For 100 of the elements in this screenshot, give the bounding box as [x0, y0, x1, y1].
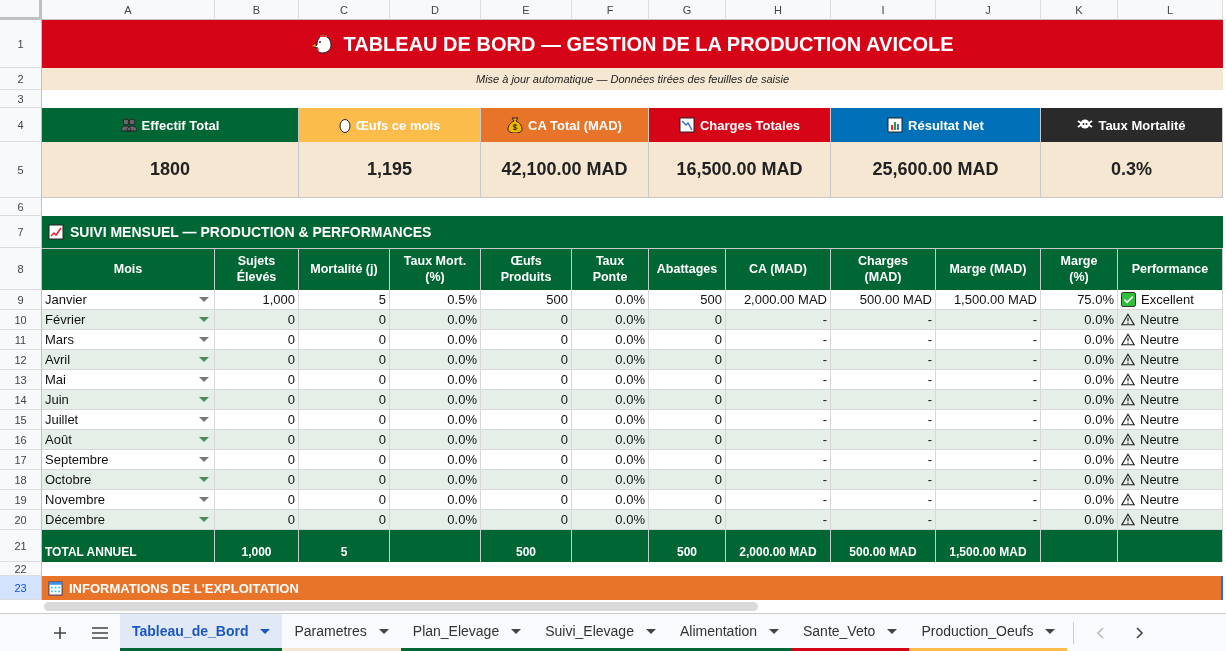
- table-cell: -: [831, 310, 936, 330]
- sheet-tab[interactable]: Plan_Elevage: [400, 614, 534, 651]
- column-header[interactable]: J: [936, 0, 1041, 20]
- column-heading: CA (MAD): [726, 248, 831, 290]
- caret-icon: [199, 337, 209, 342]
- kpi-value: 16,500.00 MAD: [649, 142, 831, 198]
- row-header[interactable]: 3: [0, 90, 42, 108]
- sheet-tab[interactable]: Suivi_Elevage: [533, 614, 668, 651]
- kpi-label: Effectif Total: [141, 117, 220, 133]
- table-cell: 0: [481, 430, 572, 450]
- performance-cell: Neutre: [1118, 430, 1223, 450]
- table-cell: -: [726, 350, 831, 370]
- month-dropdown[interactable]: Février: [42, 310, 215, 330]
- table-cell: 0: [299, 470, 390, 490]
- performance-cell: Neutre: [1118, 310, 1223, 330]
- caret-icon: [199, 517, 209, 522]
- row-header[interactable]: 15: [0, 410, 42, 430]
- sheet-tab[interactable]: Alimentation: [667, 614, 791, 651]
- row-header[interactable]: 23: [0, 576, 42, 600]
- column-header[interactable]: L: [1118, 0, 1223, 20]
- column-heading: Mortalité (j): [299, 248, 390, 290]
- table-cell: -: [831, 470, 936, 490]
- table-cell: 0.0%: [572, 470, 649, 490]
- row-header[interactable]: 19: [0, 490, 42, 510]
- sheet-tab[interactable]: Tableau_de_Bord: [120, 614, 283, 651]
- total-cell: 2,000.00 MAD: [726, 530, 831, 562]
- column-header[interactable]: B: [215, 0, 299, 20]
- warning-icon: [1121, 413, 1135, 426]
- row-header[interactable]: 22: [0, 562, 42, 576]
- row-header[interactable]: 2: [0, 68, 42, 90]
- row-header[interactable]: 9: [0, 290, 42, 310]
- table-cell: 0: [299, 310, 390, 330]
- row-header[interactable]: 21: [0, 530, 42, 562]
- row-header[interactable]: 20: [0, 510, 42, 530]
- total-cell: 500.00 MAD: [831, 530, 936, 562]
- sheet-tab[interactable]: Sante_Veto: [791, 614, 910, 651]
- month-dropdown[interactable]: Octobre: [42, 470, 215, 490]
- table-cell: -: [831, 390, 936, 410]
- caret-icon: [199, 397, 209, 402]
- row-header[interactable]: 16: [0, 430, 42, 450]
- kpi-value: 0.3%: [1041, 142, 1223, 198]
- scrollbar-thumb[interactable]: [44, 602, 758, 611]
- month-dropdown[interactable]: Avril: [42, 350, 215, 370]
- chart-up-icon: [48, 224, 64, 240]
- column-header[interactable]: D: [390, 0, 481, 20]
- row-header[interactable]: 10: [0, 310, 42, 330]
- menu-icon: [92, 627, 108, 639]
- column-header[interactable]: H: [726, 0, 831, 20]
- select-all-corner[interactable]: [0, 0, 42, 20]
- column-heading: Taux Ponte: [572, 248, 649, 290]
- kpi-value: 1,195: [299, 142, 481, 198]
- total-cell: 5: [299, 530, 390, 562]
- column-heading: Mois: [42, 248, 215, 290]
- table-cell: -: [831, 350, 936, 370]
- kpi-label: Résultat Net: [908, 117, 984, 133]
- row-header[interactable]: 6: [0, 198, 42, 216]
- caret-icon: [260, 628, 271, 634]
- column-header[interactable]: I: [831, 0, 936, 20]
- dashboard-title: TABLEAU DE BORD — GESTION DE LA PRODUCTION AVICOLE: [343, 32, 954, 56]
- table-cell: 0: [481, 470, 572, 490]
- table-cell: 0: [481, 310, 572, 330]
- table-cell: 0.0%: [1041, 510, 1118, 530]
- warning-icon: [1121, 393, 1135, 406]
- column-header[interactable]: A: [42, 0, 215, 20]
- kpi-value: 1800: [42, 142, 299, 198]
- row-header[interactable]: 11: [0, 330, 42, 350]
- column-header[interactable]: K: [1041, 0, 1118, 20]
- row-header[interactable]: 18: [0, 470, 42, 490]
- month-dropdown[interactable]: Décembre: [42, 510, 215, 530]
- egg-icon: [338, 117, 351, 133]
- sheet-tab[interactable]: Production_Oeufs: [909, 614, 1068, 651]
- column-header[interactable]: E: [481, 0, 572, 20]
- row-header[interactable]: 12: [0, 350, 42, 370]
- performance-cell: Neutre: [1118, 390, 1223, 410]
- row-header[interactable]: 1: [0, 20, 42, 68]
- column-heading: Performance: [1118, 248, 1223, 290]
- column-header[interactable]: F: [572, 0, 649, 20]
- column-heading: Marge (%): [1041, 248, 1118, 290]
- row-header[interactable]: 13: [0, 370, 42, 390]
- table-cell: 0.0%: [390, 310, 481, 330]
- table-cell: 0: [215, 510, 299, 530]
- row-header[interactable]: 7: [0, 216, 42, 248]
- sheet-tab[interactable]: Parametres: [282, 614, 401, 651]
- table-cell: 0.0%: [572, 310, 649, 330]
- performance-cell: Neutre: [1118, 510, 1223, 530]
- row-header[interactable]: 5: [0, 142, 42, 198]
- column-header[interactable]: C: [299, 0, 390, 20]
- column-header[interactable]: G: [649, 0, 726, 20]
- table-cell: 0.0%: [390, 510, 481, 530]
- row-header[interactable]: 8: [0, 248, 42, 290]
- row-header[interactable]: 14: [0, 390, 42, 410]
- table-cell: 0: [215, 430, 299, 450]
- table-cell: 0.0%: [572, 350, 649, 370]
- table-cell: 0.0%: [572, 510, 649, 530]
- row-header[interactable]: 17: [0, 450, 42, 470]
- month-dropdown[interactable]: Août: [42, 430, 215, 450]
- month-dropdown[interactable]: Juin: [42, 390, 215, 410]
- row-header[interactable]: 4: [0, 108, 42, 142]
- table-cell: 0.0%: [1041, 430, 1118, 450]
- warning-icon: [1121, 333, 1135, 346]
